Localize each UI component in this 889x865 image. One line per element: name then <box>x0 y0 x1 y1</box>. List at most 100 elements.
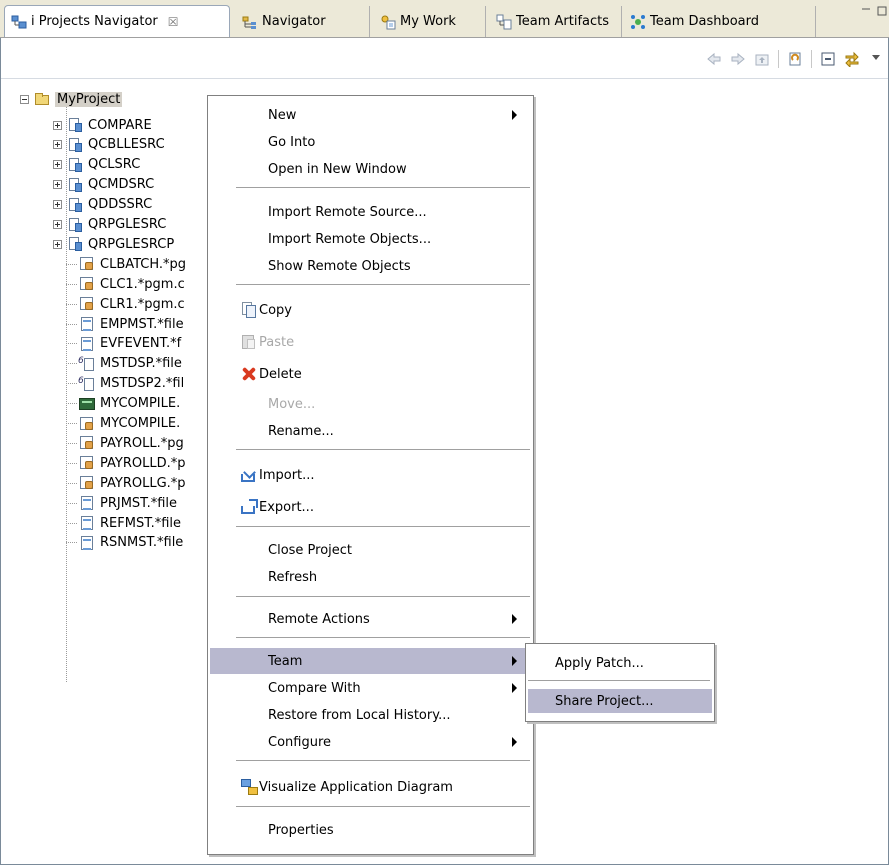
tab-my-work[interactable]: My Work <box>374 6 486 37</box>
my-work-icon <box>380 14 396 30</box>
menu-item-refresh[interactable]: Refresh <box>210 564 531 590</box>
menu-separator <box>236 449 530 451</box>
forward-arrow-icon[interactable] <box>730 51 746 67</box>
tree-connector <box>66 323 77 325</box>
program-icon <box>79 416 95 432</box>
tree-item[interactable]: QCLSRC <box>53 155 140 175</box>
maximize-icon[interactable] <box>877 6 887 19</box>
team-submenu: Apply Patch... Share Project... <box>525 643 715 722</box>
program-icon <box>79 296 95 312</box>
tree-item[interactable]: QDDSSRC <box>53 195 152 215</box>
submenu-item-apply-patch[interactable]: Apply Patch... <box>528 651 712 675</box>
tab-i-projects-navigator[interactable]: i Projects Navigator ☒ <box>4 5 230 37</box>
tree-item[interactable]: PAYROLL.*pg <box>66 433 184 453</box>
menu-item-properties[interactable]: Properties <box>210 817 531 843</box>
view-tab-strip: i Projects Navigator ☒ Navigator My Work… <box>0 0 889 38</box>
menu-item-label: Remote Actions <box>268 611 370 627</box>
tree-item[interactable]: MYCOMPILE. <box>66 394 180 414</box>
expand-toggle-icon[interactable] <box>53 140 62 150</box>
menu-item-restore-from-local-history[interactable]: Restore from Local History... <box>210 702 531 728</box>
tree-item-label: QRPGLESRCP <box>88 236 175 252</box>
up-folder-icon[interactable] <box>754 51 770 67</box>
tree-item-label: QCBLLESRC <box>88 137 165 153</box>
menu-item-compare-with[interactable]: Compare With <box>210 675 531 701</box>
expand-toggle-icon[interactable] <box>53 120 62 130</box>
menu-item-import[interactable]: Import... <box>210 462 531 488</box>
tree-item[interactable]: COMPARE <box>53 115 152 135</box>
submenu-item-share-project[interactable]: Share Project... <box>528 689 712 713</box>
menu-item-close-project[interactable]: Close Project <box>210 537 531 563</box>
menu-item-copy[interactable]: Copy <box>210 297 531 323</box>
menu-item-import-remote-source[interactable]: Import Remote Source... <box>210 199 531 225</box>
tab-label: My Work <box>400 14 456 29</box>
submenu-arrow-icon <box>512 683 517 693</box>
menu-separator <box>528 680 710 682</box>
submenu-item-label: Apply Patch... <box>555 655 644 671</box>
menu-separator <box>236 596 530 598</box>
minimize-icon[interactable] <box>861 6 871 19</box>
tree-item[interactable]: QCMDSRC <box>53 175 154 195</box>
expand-toggle-icon[interactable] <box>53 239 62 249</box>
program-icon <box>79 256 95 272</box>
tree-item[interactable]: CLC1.*pgm.c <box>66 274 185 294</box>
source-pf-icon <box>67 217 83 233</box>
menu-item-export[interactable]: Export... <box>210 494 531 520</box>
tree-item[interactable]: PAYROLLG.*p <box>66 473 186 493</box>
tree-item[interactable]: MSTDSP.*file <box>66 354 182 374</box>
project-folder-icon <box>34 91 50 107</box>
menu-item-open-in-new-window[interactable]: Open in New Window <box>210 156 531 182</box>
tree-item[interactable]: MSTDSP2.*fil <box>66 374 184 394</box>
menu-item-configure[interactable]: Configure <box>210 729 531 755</box>
tree-item[interactable]: PRJMST.*file <box>66 493 177 513</box>
tree-root-row[interactable]: MyProject <box>20 89 123 109</box>
display-file-icon <box>78 376 95 392</box>
close-tab-icon[interactable]: ☒ <box>168 15 179 29</box>
tree-item[interactable]: QCBLLESRC <box>53 135 165 155</box>
expand-toggle-icon[interactable] <box>53 200 62 210</box>
menu-item-label: Properties <box>268 822 334 838</box>
view-menu-icon[interactable] <box>868 51 884 67</box>
menu-item-paste[interactable]: Paste <box>210 329 531 355</box>
menu-item-move[interactable]: Move... <box>210 391 531 417</box>
link-with-editor-icon[interactable] <box>844 51 860 69</box>
menu-item-new[interactable]: New <box>210 102 531 128</box>
menu-item-label: Compare With <box>268 680 361 696</box>
source-pf-icon <box>67 177 83 193</box>
expand-toggle-icon[interactable] <box>53 220 62 229</box>
menu-item-label: New <box>268 107 297 123</box>
tree-item-label: PAYROLLG.*p <box>100 475 186 491</box>
tree-item[interactable]: EVFEVENT.*f <box>66 334 181 354</box>
tree-item[interactable]: CLR1.*pgm.c <box>66 294 185 314</box>
tree-item[interactable]: RSNMST.*file <box>66 533 183 553</box>
menu-item-team[interactable]: Team <box>210 648 531 674</box>
expand-toggle-icon[interactable] <box>53 160 62 170</box>
menu-item-import-remote-objects[interactable]: Import Remote Objects... <box>210 226 531 252</box>
tree-item[interactable]: PAYROLLD.*p <box>66 453 185 473</box>
menu-item-visualize-application-diagram[interactable]: Visualize Application Diagram <box>210 774 531 800</box>
tree-item[interactable]: REFMST.*file <box>66 513 181 533</box>
menu-item-rename[interactable]: Rename... <box>210 418 531 444</box>
menu-item-label: Restore from Local History... <box>268 707 451 723</box>
menu-item-show-remote-objects[interactable]: Show Remote Objects <box>210 253 531 279</box>
tab-label: Team Artifacts <box>516 14 609 29</box>
expand-toggle-icon[interactable] <box>53 180 62 190</box>
collapse-toggle-icon[interactable] <box>20 94 29 104</box>
tree-item[interactable]: MYCOMPILE. <box>66 414 180 434</box>
tree-item-label: QCLSRC <box>88 157 141 173</box>
tree-item[interactable]: EMPMST.*file <box>66 314 184 334</box>
menu-item-label: Delete <box>259 366 302 382</box>
tab-navigator[interactable]: Navigator <box>236 6 370 37</box>
menu-item-go-into[interactable]: Go Into <box>210 129 531 155</box>
menu-item-remote-actions[interactable]: Remote Actions <box>210 606 531 632</box>
tab-team-dashboard[interactable]: Team Dashboard <box>624 6 816 37</box>
paste-icon <box>240 333 258 351</box>
collapse-all-icon[interactable] <box>820 51 836 67</box>
back-arrow-icon[interactable] <box>706 51 722 67</box>
tree-item-label: PAYROLL.*pg <box>100 435 184 451</box>
tree-item[interactable]: CLBATCH.*pg <box>66 254 186 274</box>
tab-team-artifacts[interactable]: Team Artifacts <box>490 6 622 37</box>
tree-item[interactable]: QRPGLESRC <box>53 215 166 235</box>
refresh-icon[interactable] <box>787 51 803 67</box>
tree-item[interactable]: QRPGLESRCP <box>53 234 174 254</box>
menu-item-delete[interactable]: Delete <box>210 361 531 387</box>
